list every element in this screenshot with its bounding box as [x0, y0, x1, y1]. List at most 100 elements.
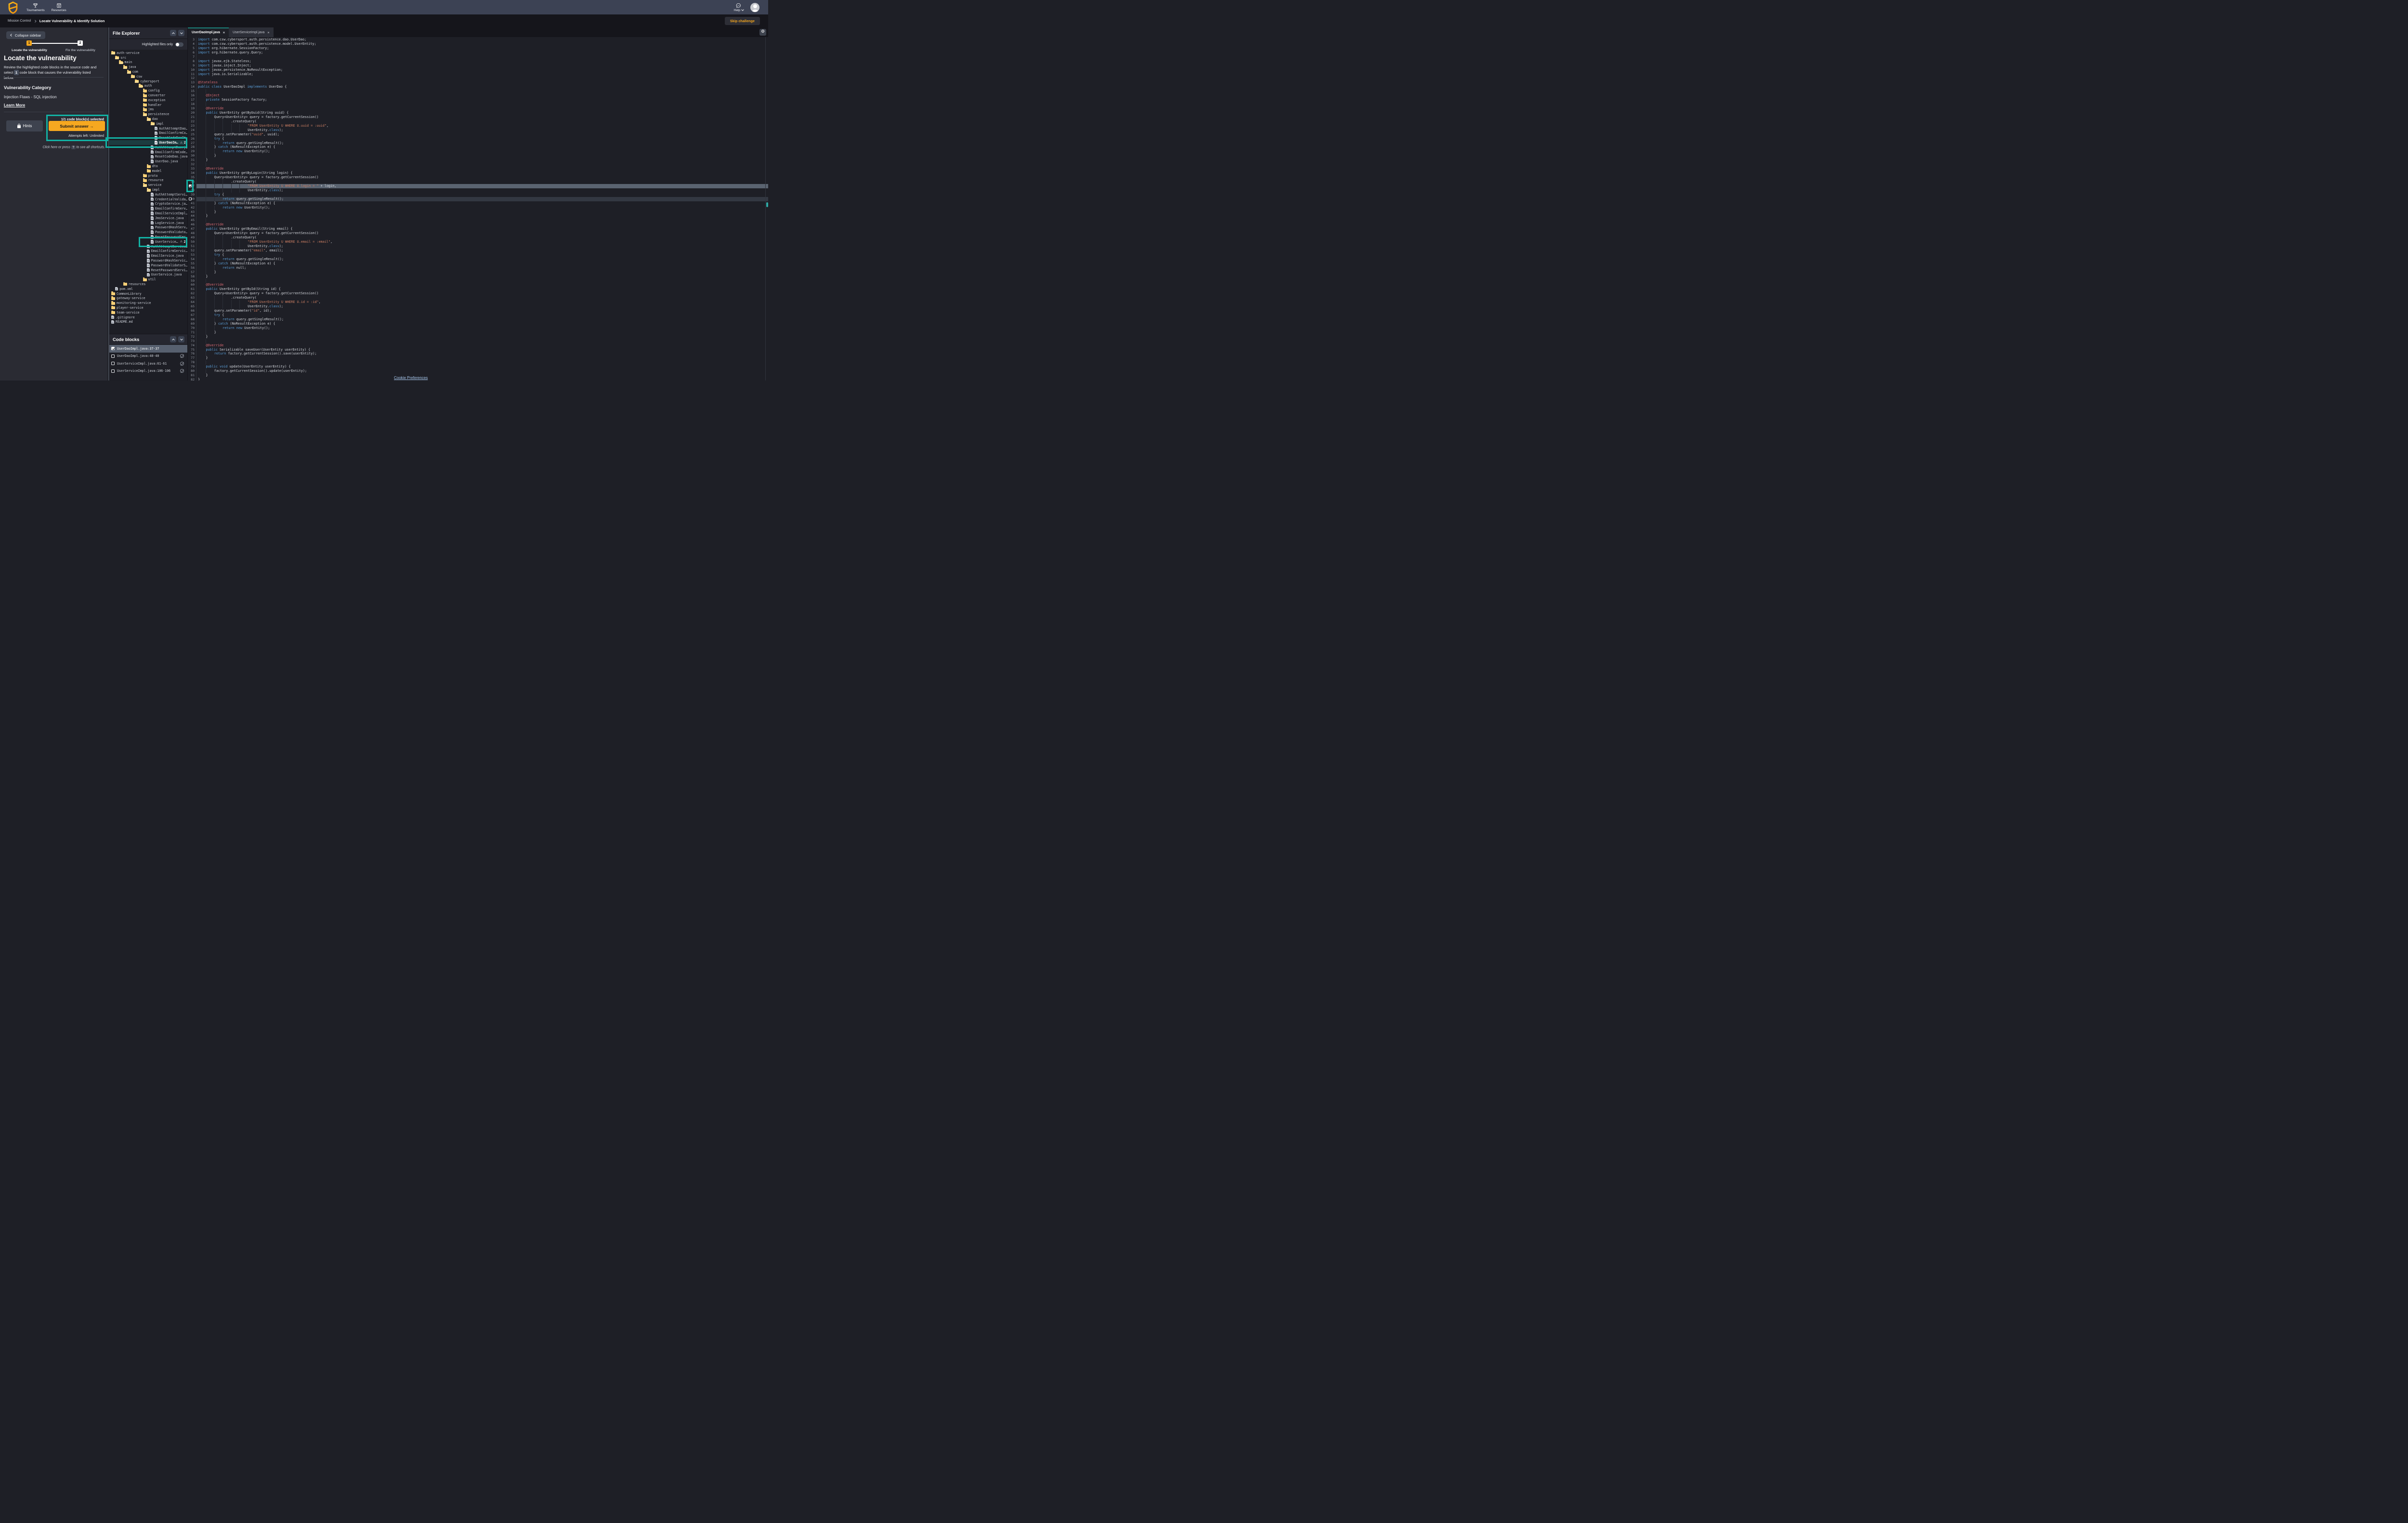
tree-item[interactable]: AuthAttemptService…	[108, 244, 187, 249]
tree-item[interactable]: AuthAttemptDao…	[108, 126, 187, 131]
nav-tournaments[interactable]: Tournaments	[26, 3, 45, 12]
tree-item[interactable]: impl	[108, 187, 187, 192]
code-block-checkbox[interactable]	[111, 369, 115, 373]
skip-challenge-button[interactable]: Skip challenge	[725, 17, 760, 25]
code-block-item[interactable]: UserServiceImpl.java:106-106	[108, 368, 187, 375]
tree-item[interactable]: CredentialValida…	[108, 197, 187, 202]
line-select-checkbox[interactable]	[189, 184, 192, 188]
user-avatar[interactable]	[750, 3, 759, 12]
tree-item[interactable]: AuthAttemptServi…	[108, 192, 187, 197]
code-block-item[interactable]: UserDaoImpl.java:37-37	[108, 345, 187, 353]
hints-button[interactable]: Hints	[6, 120, 43, 131]
tree-item[interactable]: util	[108, 277, 187, 282]
code-line-text: }	[196, 270, 768, 275]
tree-item[interactable]: UserDao.java	[108, 159, 187, 164]
help-menu[interactable]: Help	[734, 3, 744, 12]
tree-item[interactable]: jms	[108, 107, 187, 112]
tree-item[interactable]: service	[108, 183, 187, 187]
tree-item[interactable]: cybersport	[108, 79, 187, 84]
tree-item[interactable]: EmailServiceImpl…	[108, 211, 187, 216]
tree-item[interactable]: config	[108, 88, 187, 93]
submit-answer-button[interactable]: Submit answer →	[49, 121, 105, 131]
tree-item[interactable]: EmailService.java	[108, 253, 187, 258]
tree-item[interactable]: ResetPasswordSer…	[108, 235, 187, 239]
tree-item[interactable]: resource	[108, 178, 187, 183]
tree-item[interactable]: EmailConfirmServ…	[108, 206, 187, 211]
code-line-text	[196, 218, 768, 223]
line-select-checkbox[interactable]	[189, 197, 192, 201]
tree-item[interactable]: handler	[108, 103, 187, 107]
nav-resources[interactable]: Resources	[52, 3, 66, 12]
tree-item[interactable]: PasswordValidato…	[108, 230, 187, 235]
tree-item[interactable]: JmsService.java	[108, 216, 187, 221]
tree-item[interactable]: pom.xml	[108, 287, 187, 291]
tree-item[interactable]: UserDaoIm…⚠2	[108, 140, 187, 145]
code-block-checkbox[interactable]	[111, 362, 115, 365]
tree-item[interactable]: model	[108, 169, 187, 173]
tree-item[interactable]: monitoring-service	[108, 301, 187, 305]
tree-item[interactable]: CommonLibrary	[108, 291, 187, 296]
tree-item[interactable]: gateway-service	[108, 296, 187, 301]
collapse-sidebar-button[interactable]: Collapse sidebar	[6, 31, 45, 39]
tree-item[interactable]: csw	[108, 74, 187, 79]
next-highlight-button[interactable]	[178, 30, 184, 36]
code-block-item[interactable]: UserDaoImpl.java:40-40	[108, 353, 187, 360]
tree-item[interactable]: PasswordValidatorS…	[108, 263, 187, 268]
tab-userdaoimpl[interactable]: UserDaoImpl.java ×	[188, 27, 229, 37]
highlighted-files-toggle[interactable]	[175, 42, 183, 47]
editor-settings-button[interactable]: ⚙	[759, 29, 766, 36]
tree-item[interactable]: CryptoService.ja…	[108, 202, 187, 207]
breadcrumb-mission-control[interactable]: Mission Control	[8, 19, 31, 23]
learn-more-link[interactable]: Learn More	[4, 103, 25, 107]
tree-item[interactable]: exception	[108, 98, 187, 103]
tree-item[interactable]: converter	[108, 93, 187, 98]
tree-item[interactable]: PasswordHashServ…	[108, 225, 187, 230]
tree-item[interactable]: README.md	[108, 319, 187, 324]
code-block-checkbox[interactable]	[111, 354, 115, 358]
code-line-text: import org.hibernate.SessionFactory;	[196, 46, 768, 51]
tree-item[interactable]: PasswordHashServic…	[108, 258, 187, 263]
tab-userserviceimpl[interactable]: UserServiceImpl.java ×	[229, 27, 274, 37]
close-icon[interactable]: ×	[223, 30, 225, 35]
close-icon[interactable]: ×	[267, 30, 269, 35]
prev-highlight-button[interactable]	[170, 30, 176, 36]
tree-item[interactable]: UserService.java	[108, 272, 187, 277]
shortcuts-hint[interactable]: Click here or press ? to see all shortcu…	[42, 145, 105, 149]
tree-item[interactable]: dto	[108, 164, 187, 169]
tree-item[interactable]: team-service	[108, 310, 187, 315]
tree-item[interactable]: dao	[108, 117, 187, 121]
tree-item[interactable]: proto	[108, 173, 187, 178]
tree-item[interactable]: impl	[108, 121, 187, 126]
brand-shield-logo[interactable]	[8, 1, 18, 14]
tree-item[interactable]: auth	[108, 84, 187, 89]
tree-item[interactable]: UserService…⚠2	[108, 239, 187, 244]
panel-resize-handle[interactable]	[108, 27, 109, 381]
tree-item[interactable]: AuthAttemptDao.j…	[108, 145, 187, 150]
tree-item[interactable]: LogService.java	[108, 221, 187, 225]
tree-item[interactable]: persistence	[108, 112, 187, 117]
tree-item[interactable]: main	[108, 60, 187, 65]
warning-count: 2	[184, 141, 186, 144]
tree-item[interactable]: EmailConfirmServic…	[108, 249, 187, 253]
tree-item[interactable]: ResetCodeDao.java	[108, 155, 187, 159]
tree-item[interactable]: .gitignore	[108, 315, 187, 320]
tree-item[interactable]: resources	[108, 282, 187, 287]
cookie-preferences-link[interactable]: Cookie Preferences	[394, 376, 428, 380]
tree-item-label: AuthAttemptDao.j…	[155, 145, 187, 149]
tree-item[interactable]: auth-service	[108, 51, 187, 55]
tree-item[interactable]: ResetCodeDaoIm…	[108, 135, 187, 140]
prev-block-button[interactable]	[170, 336, 176, 342]
main-area: Collapse sidebar 1 2 Locate the vulnerab…	[0, 27, 768, 381]
tree-item[interactable]: java	[108, 65, 187, 69]
editor-scrollbar-marker[interactable]	[766, 202, 768, 207]
next-block-button[interactable]	[178, 336, 184, 342]
tree-item[interactable]: com	[108, 69, 187, 74]
code-block-checkbox[interactable]	[111, 347, 115, 350]
line-gutter: 25	[188, 132, 196, 137]
tree-item[interactable]: EmailConfirmCode…	[108, 150, 187, 155]
tree-item[interactable]: player-service	[108, 305, 187, 310]
tree-item[interactable]: src	[108, 55, 187, 60]
tree-item[interactable]: EmailConfirmCo…	[108, 131, 187, 136]
code-block-item[interactable]: UserServiceImpl.java:61-61	[108, 360, 187, 368]
tree-item[interactable]: ResetPasswordServi…	[108, 268, 187, 273]
